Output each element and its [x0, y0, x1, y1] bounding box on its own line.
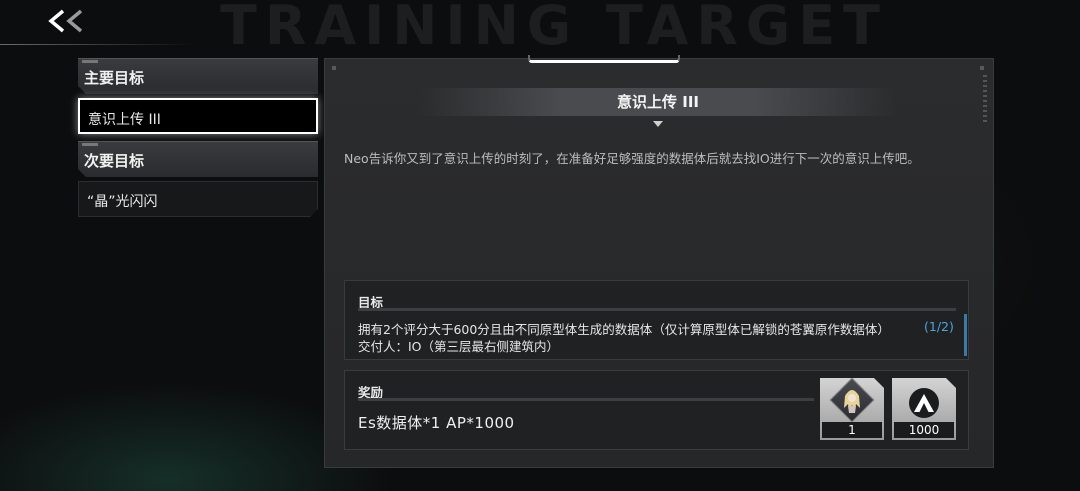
nav-header-main: 主要目标	[78, 58, 318, 94]
quest-title: 意识上传 III	[617, 93, 699, 111]
header-deco	[82, 143, 98, 146]
background-title: TRAINING TARGET	[220, 0, 880, 50]
reward-text: Es数据体*1 AP*1000	[358, 414, 515, 432]
reward-count: 1	[822, 422, 882, 438]
reward-divider	[358, 398, 814, 401]
caret-down-icon	[653, 121, 663, 127]
corner-dot	[332, 66, 336, 70]
nav-header-secondary-label: 次要目标	[84, 152, 145, 170]
quest-description: Neo告诉你又到了意识上传的时刻了，在准备好足够强度的数据体后就去找IO进行下一…	[344, 151, 920, 166]
reward-count: 1000	[894, 422, 954, 438]
objective-accent	[964, 314, 967, 356]
nav-header-main-label: 主要目标	[84, 69, 145, 87]
back-arrow-icon	[47, 7, 87, 42]
character-portrait-icon	[842, 386, 862, 414]
nav-item-label: 意识上传 III	[88, 112, 161, 128]
side-decoration	[983, 75, 987, 125]
reward-item-ap[interactable]: 1000	[892, 378, 956, 440]
corner-dot	[980, 66, 984, 70]
panel-top-tab	[528, 55, 680, 63]
nav-header-secondary: 次要目标	[78, 141, 318, 177]
header-divider	[0, 44, 195, 45]
objective-progress: (1/2)	[924, 319, 954, 334]
objective-submitter: 交付人：IO（第三层最右侧建筑内）	[358, 339, 560, 354]
nav-item-upload-iii[interactable]: 意识上传 III	[78, 98, 318, 134]
back-button[interactable]	[44, 6, 90, 42]
reward-item-data-body[interactable]: 1	[820, 378, 884, 440]
nav-item-crystal[interactable]: “晶”光闪闪	[78, 181, 318, 217]
nav-item-label: “晶”光闪闪	[87, 194, 158, 210]
objective-divider	[358, 308, 956, 311]
ap-logo-icon	[909, 388, 939, 418]
header-deco	[82, 60, 98, 63]
